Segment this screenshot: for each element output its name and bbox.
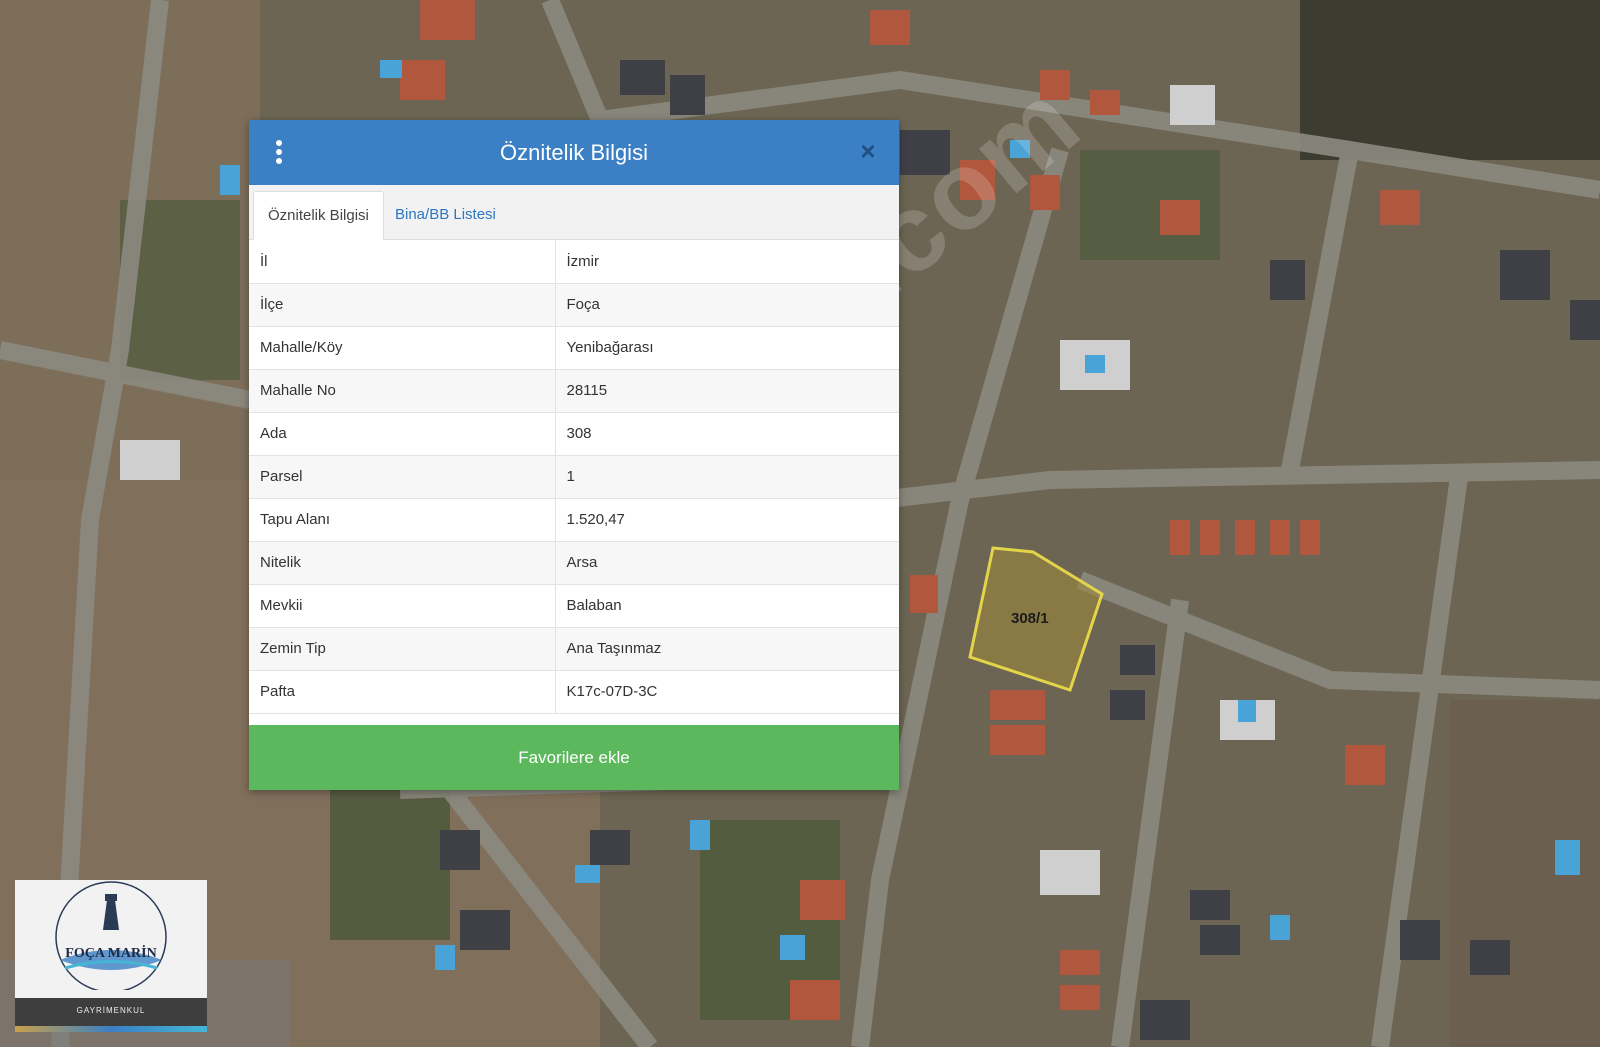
logo-name: FOÇA MARİN	[65, 946, 157, 961]
attribute-value: Balaban	[555, 584, 899, 628]
attribute-key: Mahalle/Köy	[249, 326, 556, 370]
close-icon[interactable]: ×	[855, 138, 881, 164]
dialog-header: Öznitelik Bilgisi ×	[249, 120, 899, 185]
attribute-value: 28115	[555, 369, 899, 413]
add-to-favorites-button[interactable]: Favorilere ekle	[249, 725, 899, 790]
attribute-key: Ada	[249, 412, 556, 456]
table-row: Pafta K17c-07D-3C	[249, 670, 899, 714]
attribute-key: Parsel	[249, 455, 556, 499]
attribute-key: Mevkii	[249, 584, 556, 628]
table-row: Mahalle/Köy Yenibağarası	[249, 326, 899, 370]
attribute-key: Tapu Alanı	[249, 498, 556, 542]
logo-subtitle: GAYRİMENKUL	[76, 1006, 146, 1015]
tab-attribute-info[interactable]: Öznitelik Bilgisi	[253, 191, 384, 240]
attribute-value: 308	[555, 412, 899, 456]
attribute-key: Mahalle No	[249, 369, 556, 413]
lighthouse-logo-icon	[55, 881, 167, 990]
attribute-value: Arsa	[555, 541, 899, 585]
attribute-table: İl İzmir İlçe Foça Mahalle/Köy Yenibağarası Ma…	[249, 240, 899, 714]
attribute-key: Zemin Tip	[249, 627, 556, 671]
attribute-value: Foça	[555, 283, 899, 327]
attribute-key: İlçe	[249, 283, 556, 327]
logo-color-bar	[15, 1026, 207, 1032]
table-row: Parsel 1	[249, 455, 899, 499]
attribute-value: K17c-07D-3C	[555, 670, 899, 714]
company-logo: FOÇA MARİN GAYRİMENKUL	[15, 880, 207, 1032]
table-row: Ada 308	[249, 412, 899, 456]
table-row: Zemin Tip Ana Taşınmaz	[249, 627, 899, 671]
attribute-value: Ana Taşınmaz	[555, 627, 899, 671]
tab-building-list[interactable]: Bina/BB Listesi	[381, 191, 510, 239]
dialog-title: Öznitelik Bilgisi	[500, 139, 648, 165]
attribute-dialog: Öznitelik Bilgisi × Öznitelik Bilgisi Bi…	[249, 120, 899, 790]
attribute-value: Yenibağarası	[555, 326, 899, 370]
attribute-key: Pafta	[249, 670, 556, 714]
table-row: Tapu Alanı 1.520,47	[249, 498, 899, 542]
parcel-label[interactable]: 308/1	[1011, 610, 1049, 627]
table-row: İl İzmir	[249, 240, 899, 284]
attribute-value: 1.520,47	[555, 498, 899, 542]
table-row: İlçe Foça	[249, 283, 899, 327]
attribute-value: İzmir	[555, 240, 899, 284]
table-row: Mevkii Balaban	[249, 584, 899, 628]
table-row: Mahalle No 28115	[249, 369, 899, 413]
table-row: Nitelik Arsa	[249, 541, 899, 585]
attribute-key: İl	[249, 240, 556, 284]
attribute-key: Nitelik	[249, 541, 556, 585]
vertical-dots-menu-icon[interactable]	[273, 140, 285, 166]
attribute-value: 1	[555, 455, 899, 499]
dialog-tabs: Öznitelik Bilgisi Bina/BB Listesi	[249, 185, 899, 240]
